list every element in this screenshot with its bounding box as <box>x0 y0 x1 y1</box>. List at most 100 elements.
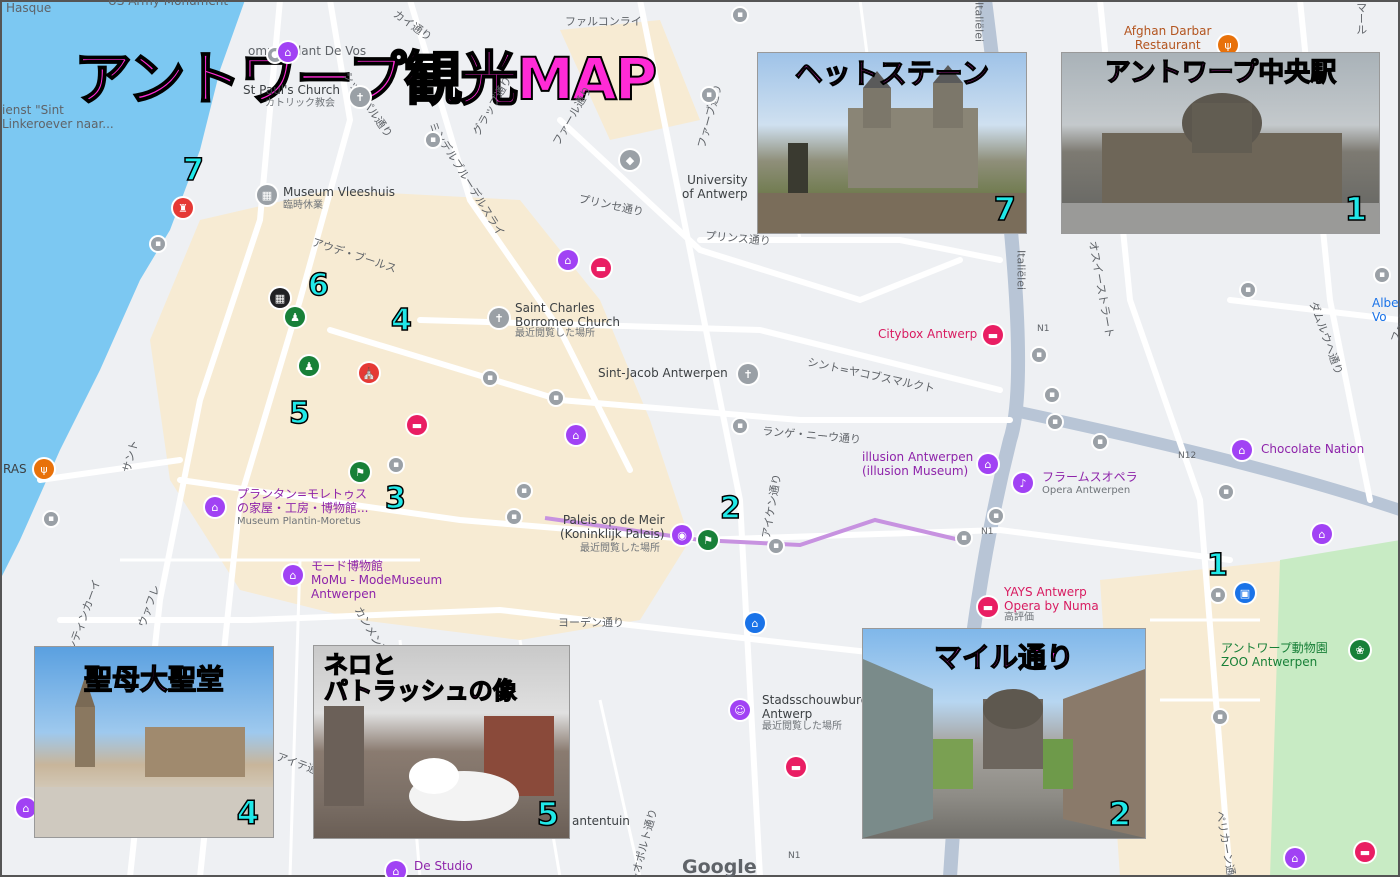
bus-icon[interactable]: ▪ <box>1241 283 1255 297</box>
church-icon-st-pauls[interactable]: ✝ <box>350 87 370 107</box>
label-opera-en: Opera Antwerpen <box>1042 485 1131 496</box>
hotel-icon-north[interactable]: ▬ <box>591 258 611 278</box>
photo-central-station[interactable]: アントワープ中央駅 1 <box>1061 52 1380 234</box>
zoo-park <box>1270 540 1400 877</box>
bus-icon[interactable]: ▪ <box>769 539 783 553</box>
label-mode-museum: モード博物館 MoMu - ModeMuseum Antwerpen <box>311 559 443 601</box>
bus-icon[interactable]: ▪ <box>1219 485 1233 499</box>
photo-caption: アントワープ中央駅 <box>1104 58 1337 88</box>
bus-icon[interactable]: ▪ <box>1093 435 1107 449</box>
google-logo: Google <box>682 856 757 877</box>
label-plantin-sub: Museum Plantin-Moretus <box>237 516 361 527</box>
bus-icon[interactable]: ▪ <box>151 237 165 251</box>
road-italielei-top: Italiëlei <box>972 2 986 43</box>
label-opera-jp: フラームスオペラ <box>1042 470 1138 484</box>
bus-icon[interactable]: ▪ <box>1211 588 1225 602</box>
marker-number-5: 5 <box>288 396 310 431</box>
museum-icon-rubens[interactable]: ⌂ <box>566 425 586 445</box>
photo-number: 5 <box>536 795 560 833</box>
monument-icon-brabo[interactable]: ♟ <box>285 307 305 327</box>
bus-icon[interactable]: ▪ <box>389 458 403 472</box>
school-icon[interactable]: ◆ <box>620 150 640 170</box>
label-meir: Paleis op de Meir (Koninklijk Paleis) <box>560 513 665 541</box>
camera-icon-meir[interactable]: ◉ <box>672 525 692 545</box>
museum-icon-vleeshuis[interactable]: ▦ <box>257 185 277 205</box>
bus-icon[interactable]: ▪ <box>1213 710 1227 724</box>
photo-nello-patrasche[interactable]: ネロと パトラッシュの像 5 <box>313 645 570 839</box>
museum-icon-north[interactable]: ⌂ <box>558 250 578 270</box>
label-illusion: illusion Antwerpen (illusion Museum) <box>862 450 974 478</box>
bus-icon[interactable]: ▪ <box>44 512 58 526</box>
hotel-icon-yays[interactable]: ▬ <box>978 597 998 617</box>
church-icon-jacob[interactable]: ✝ <box>738 364 758 384</box>
bus-icon[interactable]: ▪ <box>483 371 497 385</box>
bus-icon[interactable]: ▪ <box>549 391 563 405</box>
label-hasque: Hasque <box>6 1 52 15</box>
museum-icon-southeast[interactable]: ⌂ <box>1285 848 1305 868</box>
museum-icon-east[interactable]: ⌂ <box>1312 524 1332 544</box>
label-yays-sub: 高評価 <box>1004 612 1034 623</box>
museum-icon-southwest[interactable]: ⌂ <box>16 798 36 818</box>
marker-number-3: 3 <box>384 481 406 516</box>
hotel-icon-south[interactable]: ▬ <box>786 757 806 777</box>
bus-icon[interactable]: ▪ <box>426 133 440 147</box>
church-icon-charles[interactable]: ✝ <box>489 308 509 328</box>
bus-icon[interactable]: ▪ <box>733 419 747 433</box>
photo-caption: ヘットステーン <box>794 57 990 90</box>
road-faruconrai: ファルコンライ <box>565 15 642 28</box>
marker-number-2: 2 <box>719 491 741 526</box>
label-university: University of Antwerp <box>682 173 748 201</box>
label-st-pauls-sub: カトリック教会 <box>265 98 335 109</box>
bus-icon[interactable]: ▪ <box>1032 348 1046 362</box>
hotel-icon[interactable]: ▬ <box>407 415 427 435</box>
label-st-pauls: St Paul's Church <box>243 83 340 97</box>
marker-number-1: 1 <box>1206 548 1228 583</box>
bus-icon[interactable]: ▪ <box>957 531 971 545</box>
museum-icon[interactable]: ⌂ <box>278 42 298 62</box>
museum-icon-chocolate[interactable]: ⌂ <box>1232 440 1252 460</box>
bus-icon[interactable]: ▪ <box>702 88 716 102</box>
bus-icon[interactable]: ▪ <box>507 510 521 524</box>
castle-icon-steen[interactable]: ♜ <box>173 198 193 218</box>
bus-icon[interactable]: ▪ <box>1045 388 1059 402</box>
label-saint-charles-sub: 最近閲覧した場所 <box>515 328 595 339</box>
music-icon-opera[interactable]: ♪ <box>1013 473 1033 493</box>
map-canvas[interactable]: アントワープ観光MAP Hasque US Army Monument omma… <box>0 0 1400 877</box>
photo-caption: 聖母大聖堂 <box>83 663 224 696</box>
museum-icon-plantin[interactable]: ⌂ <box>205 497 225 517</box>
restaurant-icon-west[interactable]: ψ <box>34 459 54 479</box>
zoo-icon[interactable]: ❀ <box>1350 640 1370 660</box>
home-icon[interactable]: ⌂ <box>745 613 765 633</box>
museum-icon-momu[interactable]: ⌂ <box>283 565 303 585</box>
marker-number-6: 6 <box>307 268 329 303</box>
road-n1-middle: N1 <box>981 527 994 537</box>
hiking-icon-3[interactable]: ⚑ <box>350 462 370 482</box>
bus-icon[interactable]: ▪ <box>1375 268 1389 282</box>
road-n1-lower: N1 <box>788 851 801 861</box>
label-afghan: Afghan Darbar Restaurant <box>1124 24 1212 52</box>
photo-meir-street[interactable]: マイル通り 2 <box>862 628 1146 839</box>
museum-icon-illusion[interactable]: ⌂ <box>978 454 998 474</box>
label-chocolate: Chocolate Nation <box>1261 442 1365 456</box>
bus-icon[interactable]: ▪ <box>517 484 531 498</box>
museum-icon-de-studio[interactable]: ⌂ <box>386 861 406 877</box>
hotel-icon-southeast[interactable]: ▬ <box>1355 842 1375 862</box>
photo-cathedral[interactable]: 聖母大聖堂 4 <box>34 646 274 838</box>
photo-number: 1 <box>1344 190 1368 228</box>
photo-number: 4 <box>236 794 260 832</box>
photo-het-steen[interactable]: ヘットステーン 7 <box>757 52 1027 234</box>
monument-icon-nello[interactable]: ♟ <box>299 356 319 376</box>
building-icon[interactable]: ▦ <box>270 288 290 308</box>
bus-icon[interactable]: ▪ <box>733 8 747 22</box>
bus-icon[interactable]: ▪ <box>1048 415 1062 429</box>
bus-icon[interactable]: ▪ <box>989 509 1003 523</box>
label-us-army: US Army Monument <box>108 0 229 8</box>
train-icon-central[interactable]: ▣ <box>1235 583 1255 603</box>
theatre-icon[interactable]: ☺ <box>730 700 750 720</box>
photo-caption: ネロと パトラッシュの像 <box>323 651 517 706</box>
cathedral-icon[interactable]: ⛪ <box>359 363 379 383</box>
label-saint-charles: Saint Charles Borromeo Church <box>515 301 620 329</box>
road-joden: ヨーデン通り <box>558 616 624 629</box>
hotel-icon-citybox[interactable]: ▬ <box>983 325 1003 345</box>
hiking-icon-2[interactable]: ⚑ <box>698 530 718 550</box>
